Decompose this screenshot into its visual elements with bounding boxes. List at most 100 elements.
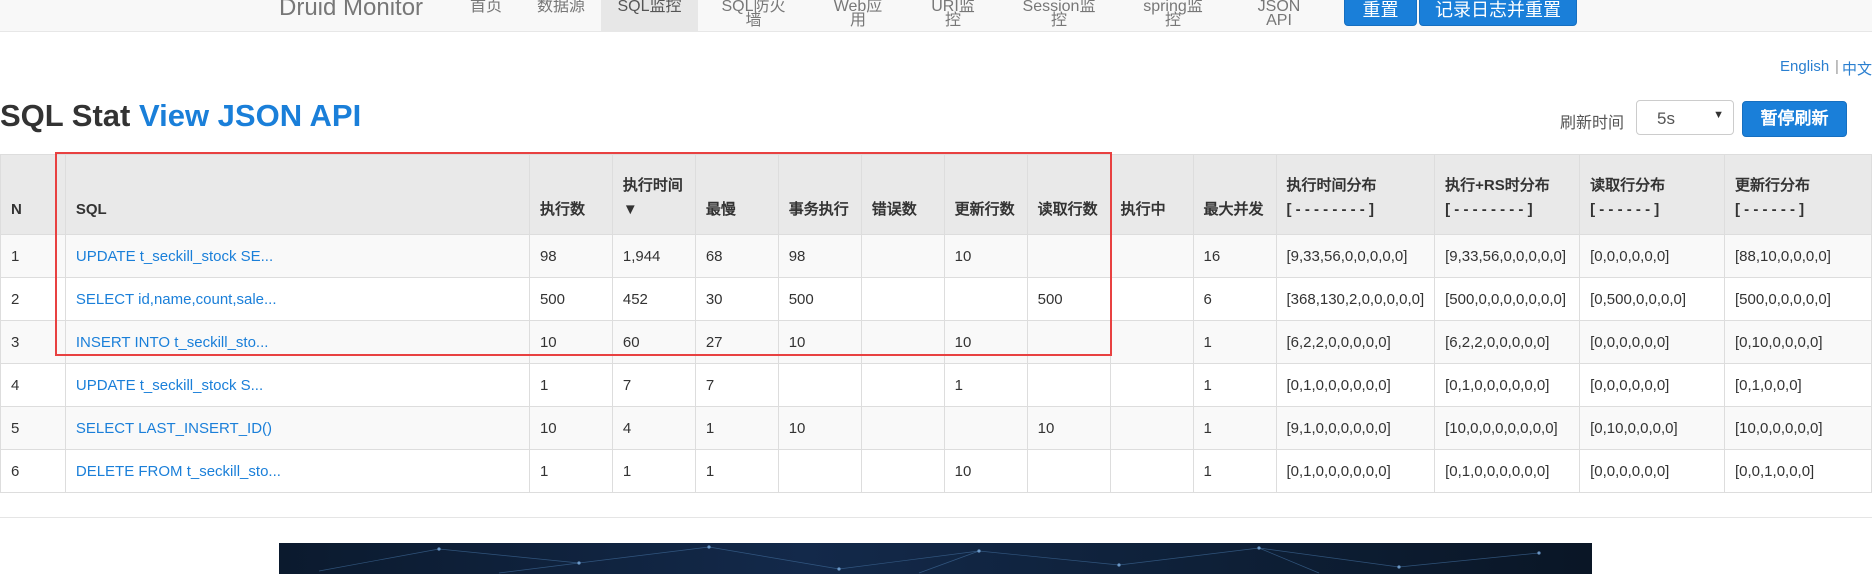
table-cell: 6 xyxy=(0,449,66,493)
table-row: 4 UPDATE t_seckill_stock S... 1 7 7 1 1 [0,1,0,… xyxy=(0,363,1872,407)
cell-value: 1 xyxy=(539,462,549,480)
page-title: SQL Stat View JSON API xyxy=(0,98,361,134)
column-header[interactable]: 读取行分布 [ - - - - - - ] xyxy=(1579,154,1725,235)
cell-value: 1,944 xyxy=(622,247,661,265)
cell-value: [0,0,1,0,0,0] xyxy=(1735,462,1815,480)
column-header[interactable]: 最大并发 xyxy=(1192,154,1277,235)
column-header[interactable]: SQL xyxy=(64,154,530,235)
column-header[interactable]: 最慢 xyxy=(694,154,779,235)
nav-item-datasource[interactable]: 数据源 xyxy=(537,0,585,31)
cell-value: [500,0,0,0,0,0] xyxy=(1735,290,1831,308)
table-cell: 2 xyxy=(0,277,66,321)
log-and-reset-button[interactable]: 记录日志并重置 xyxy=(1419,0,1577,26)
column-header-label: 更新行数 xyxy=(954,201,1015,218)
table-cell xyxy=(860,406,945,450)
table-cell: 1 xyxy=(528,363,613,407)
column-header-label: 执行时间分布 xyxy=(1286,177,1377,194)
column-header-label: 错误数 xyxy=(871,201,917,218)
table-cell xyxy=(943,277,1028,321)
cell-value: [6,2,2,0,0,0,0,0] xyxy=(1445,333,1550,351)
table-cell: [6,2,2,0,0,0,0,0] xyxy=(1275,320,1436,364)
table-cell: 500 xyxy=(528,277,613,321)
nav-item-spring-monitor[interactable]: spring监控 xyxy=(1137,0,1209,31)
table-row: 6 DELETE FROM t_seckill_sto... 1 1 1 10 1 [0,1,… xyxy=(0,449,1872,493)
nav-item-web-app[interactable]: Web应用 xyxy=(827,0,889,31)
table-cell: [9,33,56,0,0,0,0,0] xyxy=(1434,234,1581,278)
footer-banner-image xyxy=(279,543,1592,574)
table-cell xyxy=(860,320,945,364)
column-header[interactable]: 执行数 xyxy=(528,154,613,235)
column-header[interactable]: 执行中 xyxy=(1109,154,1194,235)
nav-item-sql-firewall[interactable]: SQL防火墙 xyxy=(716,0,791,31)
column-header-label: 执行时间 xyxy=(622,177,683,194)
table-cell: 1 xyxy=(943,363,1028,407)
table-cell xyxy=(1026,320,1111,364)
column-header[interactable]: N xyxy=(0,154,66,235)
table-cell: 1 xyxy=(694,406,779,450)
lang-chinese-link[interactable]: 中文 xyxy=(1842,58,1872,79)
cell-value: 3 xyxy=(11,333,20,351)
table-cell xyxy=(860,363,945,407)
table-cell: 10 xyxy=(528,320,613,364)
table-row: 2 SELECT id,name,count,sale... 500 452 30 500… xyxy=(0,277,1872,321)
sql-link[interactable]: UPDATE t_seckill_stock SE... xyxy=(76,248,273,265)
nav-item-json-api[interactable]: JSON API xyxy=(1245,0,1313,31)
column-header[interactable]: 更新行分布 [ - - - - - - ] xyxy=(1724,154,1872,235)
table-cell: 10 xyxy=(1026,406,1111,450)
refresh-interval-select[interactable]: 5s ▼ xyxy=(1636,100,1734,135)
sql-link[interactable]: DELETE FROM t_seckill_sto... xyxy=(76,463,281,480)
column-header-label: 更新行分布 xyxy=(1735,177,1811,194)
sql-cell: SELECT LAST_INSERT_ID() xyxy=(64,406,530,450)
column-header[interactable]: 执行+RS时分布 [ - - - - - - - - ] xyxy=(1434,154,1581,235)
cell-value: 98 xyxy=(788,247,806,265)
nav-item-sql-monitor[interactable]: SQL监控 xyxy=(601,0,698,31)
cell-value: 1 xyxy=(705,462,715,480)
column-header[interactable]: 更新行数 xyxy=(943,154,1028,235)
column-header-label: 事务执行 xyxy=(788,201,849,218)
column-header[interactable]: 读取行数 xyxy=(1026,154,1111,235)
table-cell: 452 xyxy=(611,277,696,321)
sql-cell: UPDATE t_seckill_stock SE... xyxy=(64,234,530,278)
view-json-api-link[interactable]: View JSON API xyxy=(139,98,361,133)
nav-item-session-monitor[interactable]: Session监控 xyxy=(1017,0,1101,31)
reset-button[interactable]: 重置 xyxy=(1344,0,1417,26)
table-cell: [0,10,0,0,0,0] xyxy=(1724,320,1872,364)
table-cell xyxy=(1109,449,1194,493)
table-cell: 1 xyxy=(694,449,779,493)
table-cell: 10 xyxy=(943,449,1028,493)
cell-value: 2 xyxy=(11,290,20,308)
cell-value: 7 xyxy=(622,376,632,394)
table-cell: 1 xyxy=(1192,449,1277,493)
brand-title[interactable]: Druid Monitor xyxy=(279,0,423,24)
column-header[interactable]: 错误数 xyxy=(860,154,945,235)
cell-value: 1 xyxy=(539,376,549,394)
table-cell: 30 xyxy=(694,277,779,321)
column-header[interactable]: 执行时间分布 [ - - - - - - - - ] xyxy=(1275,154,1436,235)
cell-value: [0,1,0,0,0,0,0,0] xyxy=(1286,376,1391,394)
nav-item-uri-monitor[interactable]: URI监控 xyxy=(925,0,981,31)
sql-link[interactable]: SELECT LAST_INSERT_ID() xyxy=(76,420,272,437)
sort-desc-icon: ▼ xyxy=(622,201,638,218)
cell-value: 4 xyxy=(622,419,632,437)
table-cell: 98 xyxy=(777,234,862,278)
table-cell xyxy=(943,406,1028,450)
sql-link[interactable]: INSERT INTO t_seckill_sto... xyxy=(76,334,269,351)
cell-value: 500 xyxy=(788,290,814,308)
column-header[interactable]: 事务执行 xyxy=(777,154,862,235)
cell-value: 60 xyxy=(622,333,640,351)
cell-value: 27 xyxy=(705,333,723,351)
column-header-sublabel: [ - - - - - - ] xyxy=(1735,201,1805,218)
sql-link[interactable]: SELECT id,name,count,sale... xyxy=(76,291,277,308)
pause-refresh-button[interactable]: 暂停刷新 xyxy=(1742,101,1847,137)
cell-value: 452 xyxy=(622,290,648,308)
cell-value: 10 xyxy=(1037,419,1055,437)
lang-english-link[interactable]: English xyxy=(1780,58,1829,75)
nav-item-home[interactable]: 首页 xyxy=(470,0,502,31)
table-cell xyxy=(1109,320,1194,364)
refresh-interval-value: 5s xyxy=(1657,109,1675,128)
column-header[interactable]: 执行时间 ▼ xyxy=(611,154,696,235)
cell-value: [9,1,0,0,0,0,0,0] xyxy=(1286,419,1391,437)
sql-link[interactable]: UPDATE t_seckill_stock S... xyxy=(76,377,263,394)
table-cell: 68 xyxy=(694,234,779,278)
cell-value: 7 xyxy=(705,376,715,394)
